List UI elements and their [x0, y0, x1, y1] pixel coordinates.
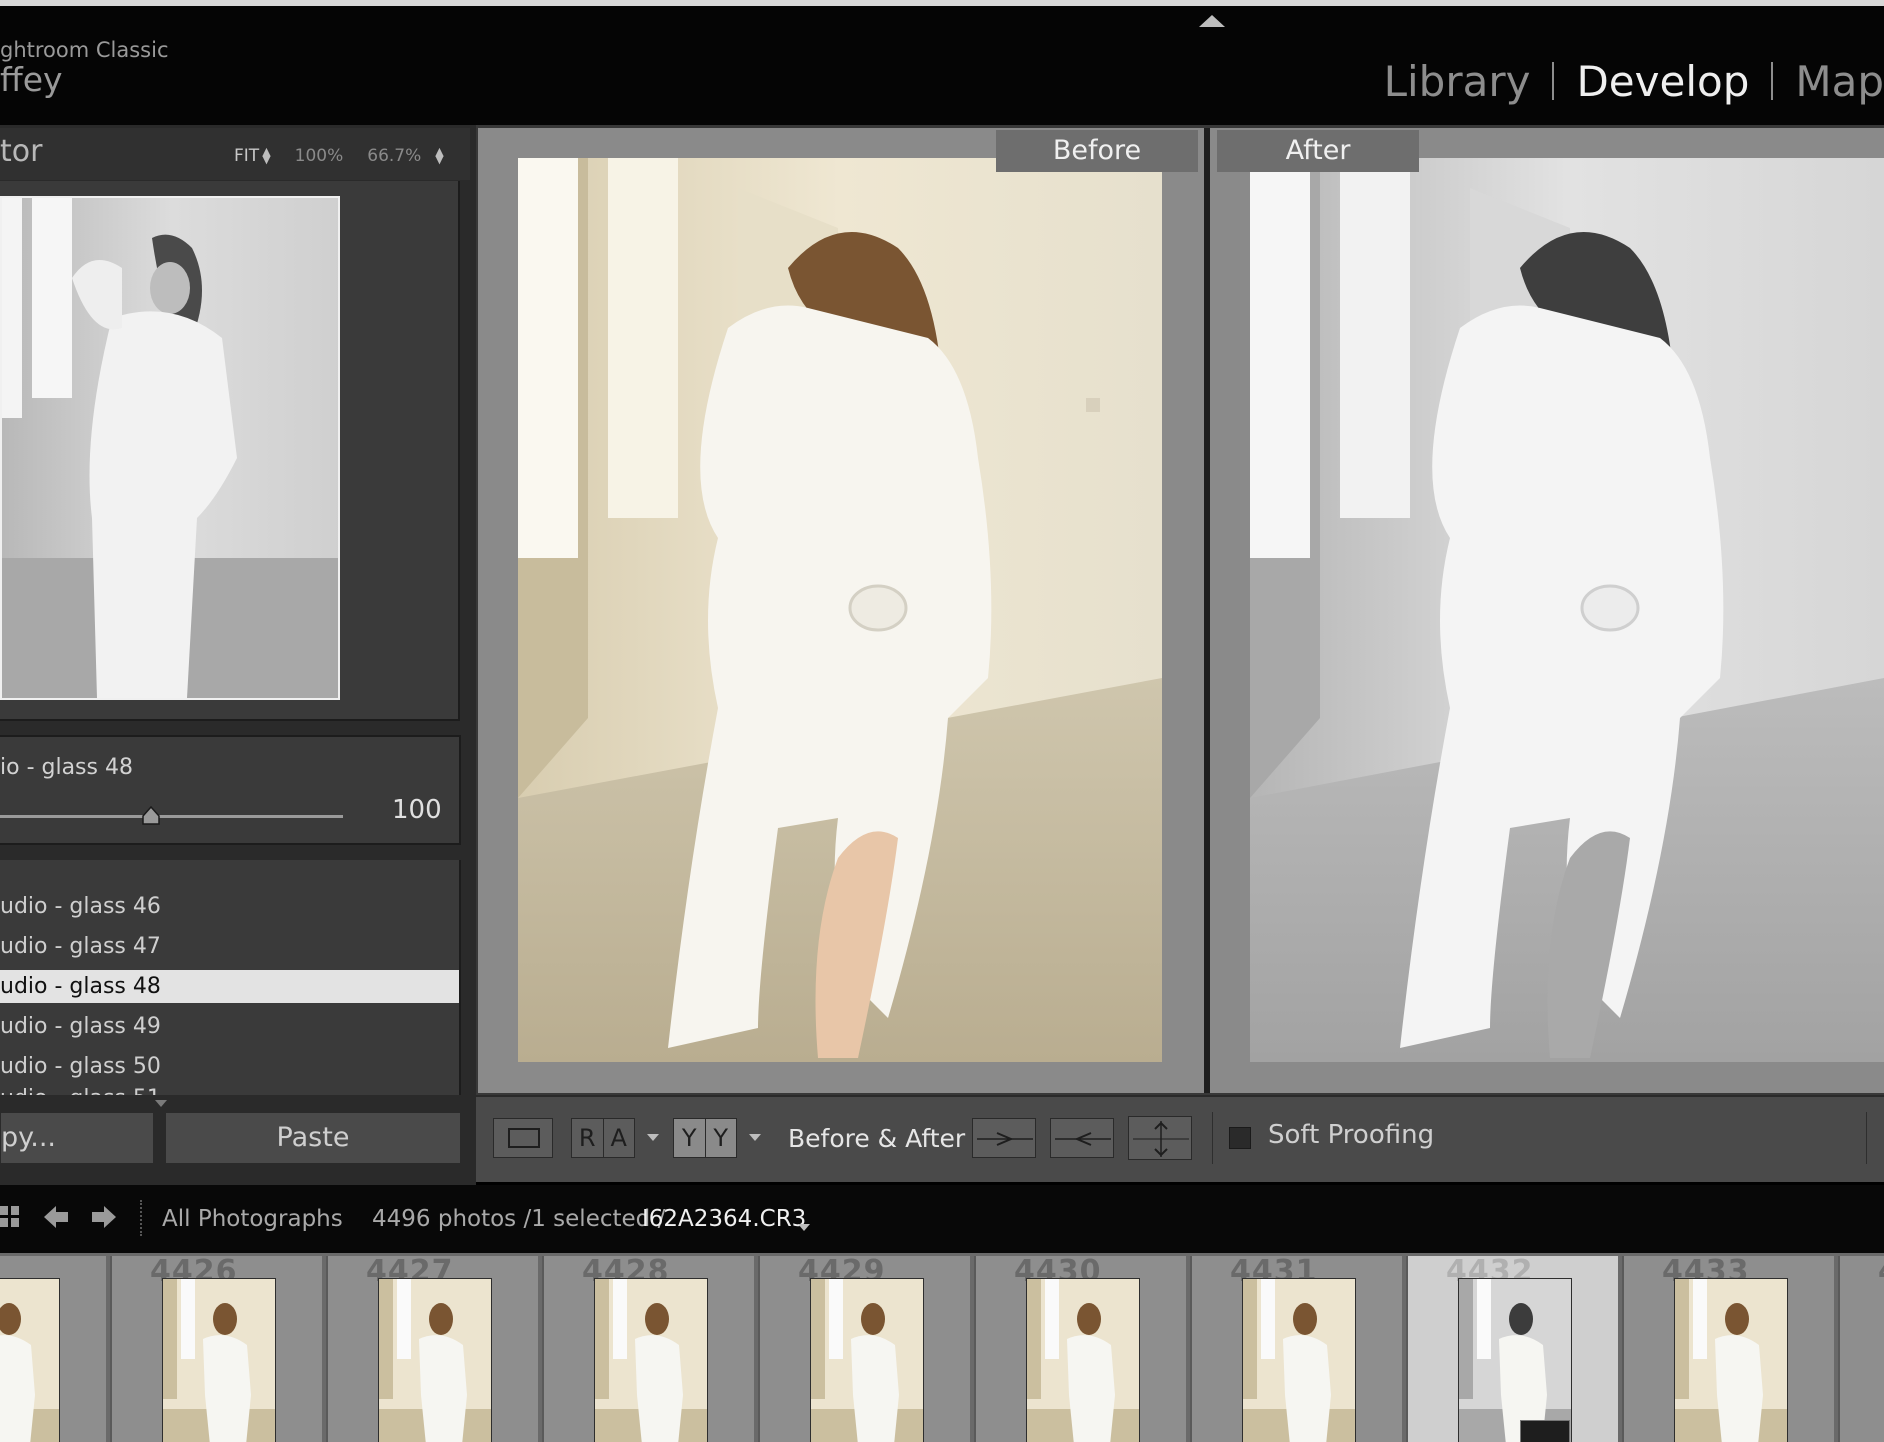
toolbar-divider — [1866, 1112, 1867, 1164]
arrow-left-icon — [1055, 1132, 1111, 1146]
amount-slider-track[interactable] — [0, 815, 343, 818]
updown-arrows-icon: ▲ ▼ — [262, 145, 271, 166]
loupe-icon — [508, 1128, 540, 1148]
after-photo-image — [1250, 158, 1884, 1062]
module-picker: Library Develop Map — [1384, 56, 1884, 106]
navigator-title: tor — [0, 134, 43, 169]
side-by-side-dropdown-icon[interactable] — [749, 1134, 761, 1141]
pane-divider — [1204, 128, 1210, 1093]
module-separator — [1552, 62, 1555, 100]
preset-list: udio - glass 46 udio - glass 47 udio - g… — [0, 860, 461, 1095]
filmstrip-separator — [140, 1200, 142, 1236]
yy-left-glyph: Y — [674, 1119, 706, 1157]
navigator-preview-image[interactable] — [0, 196, 340, 700]
arrow-right-icon — [977, 1132, 1033, 1146]
amount-value[interactable]: 100 — [392, 795, 442, 825]
collapse-top-panel-icon[interactable] — [1199, 15, 1225, 27]
filmstrip-cell[interactable]: 4427 — [326, 1256, 538, 1442]
cell-thumbnail — [1026, 1278, 1140, 1442]
paste-button[interactable]: Paste — [165, 1112, 461, 1164]
copy-before-to-after-button[interactable] — [972, 1118, 1036, 1158]
filmstrip-source[interactable]: All Photographs — [162, 1206, 343, 1232]
grid-view-icon[interactable] — [0, 1204, 22, 1230]
list-item[interactable]: udio - glass 51 — [0, 1082, 459, 1095]
before-photo-image — [518, 158, 1162, 1062]
cell-thumbnail — [1458, 1278, 1572, 1442]
yy-right-glyph: Y — [713, 1124, 729, 1152]
side-by-side-view-button[interactable]: Y Y — [673, 1118, 737, 1158]
cell-thumbnail — [1242, 1278, 1356, 1442]
updown-arrows-icon: ▲ ▼ — [435, 145, 444, 166]
zoom-fit-label: FIT — [234, 146, 260, 166]
module-map[interactable]: Map — [1795, 57, 1884, 106]
zoom-fit-option[interactable]: FIT ▲ ▼ — [234, 146, 271, 166]
copy-button[interactable]: py... — [0, 1112, 154, 1164]
list-item[interactable]: udio - glass 50 — [0, 1050, 459, 1083]
swap-before-after-button[interactable] — [1128, 1116, 1192, 1160]
module-library[interactable]: Library — [1384, 57, 1531, 106]
filmstrip-cell[interactable] — [0, 1256, 106, 1442]
cell-thumbnail — [810, 1278, 924, 1442]
cell-thumbnail — [378, 1278, 492, 1442]
filmstrip-cell-selected[interactable]: 4432 — [1406, 1256, 1618, 1442]
filmstrip-cell[interactable]: 4433 — [1622, 1256, 1834, 1442]
view-mode-dropdown-icon[interactable] — [647, 1134, 659, 1141]
navigator-photo-bw — [2, 198, 338, 698]
after-photo[interactable] — [1250, 158, 1884, 1062]
soft-proofing-label[interactable]: Soft Proofing — [1268, 1120, 1434, 1150]
toolbar-divider — [1212, 1112, 1213, 1164]
filmstrip-count: 4496 photos /1 selected / — [372, 1206, 666, 1232]
cell-thumbnail — [1674, 1278, 1788, 1442]
ra-right-glyph: A — [610, 1124, 627, 1152]
before-after-view-button[interactable]: R A — [571, 1118, 635, 1158]
scroll-down-icon[interactable] — [155, 1100, 167, 1107]
identity-plate-name: ffey — [0, 60, 63, 99]
cell-thumbnail — [594, 1278, 708, 1442]
module-separator — [1771, 62, 1774, 100]
before-photo[interactable] — [518, 158, 1162, 1062]
swap-vertical-icon — [1133, 1121, 1189, 1157]
cell-number: 4 — [1878, 1256, 1884, 1289]
top-strip — [0, 0, 1884, 6]
filmstrip-filename[interactable]: I62A2364.CR3 — [642, 1206, 806, 1232]
list-item[interactable]: udio - glass 47 — [0, 930, 459, 963]
filmstrip-cell[interactable]: 4430 — [974, 1256, 1186, 1442]
after-label: After — [1217, 130, 1419, 172]
lightroom-window: ghtroom Classic ffey Library Develop Map… — [0, 0, 1884, 1442]
filmstrip-cell[interactable]: 4426 — [110, 1256, 322, 1442]
list-item-selected[interactable]: udio - glass 48 — [0, 970, 459, 1003]
preset-amount-panel — [0, 735, 461, 845]
filmstrip-cell[interactable]: 4 — [1838, 1256, 1884, 1442]
amount-slider-thumb[interactable] — [141, 805, 161, 826]
zoom-66-option[interactable]: 66.7% ▲ ▼ — [367, 146, 443, 166]
filmstrip-cell[interactable]: 4429 — [758, 1256, 970, 1442]
copy-after-to-before-button[interactable] — [1050, 1118, 1114, 1158]
cell-thumbnail — [0, 1278, 60, 1442]
module-develop[interactable]: Develop — [1576, 57, 1749, 106]
list-item[interactable]: udio - glass 46 — [0, 890, 459, 923]
before-label: Before — [996, 130, 1198, 172]
loupe-view-button[interactable] — [493, 1118, 553, 1158]
cell-thumbnail — [162, 1278, 276, 1442]
preset-amount-name: io - glass 48 — [0, 755, 133, 780]
ra-left-glyph: R — [572, 1119, 604, 1157]
navigator-zoom-options: FIT ▲ ▼ 100% 66.7% ▲ ▼ — [234, 146, 444, 166]
app-name: ghtroom Classic — [0, 38, 169, 62]
back-arrow-icon[interactable] — [42, 1204, 70, 1230]
forward-arrow-icon[interactable] — [90, 1204, 118, 1230]
soft-proofing-checkbox[interactable] — [1229, 1127, 1251, 1149]
list-item[interactable]: udio - glass 49 — [0, 1010, 459, 1043]
filmstrip-cell[interactable]: 4431 — [1190, 1256, 1402, 1442]
filmstrip-cell[interactable]: 4428 — [542, 1256, 754, 1442]
filename-dropdown-icon[interactable] — [798, 1224, 810, 1231]
edited-badge-icon — [1520, 1420, 1570, 1442]
zoom-100-option[interactable]: 100% — [295, 146, 344, 166]
zoom-66-label: 66.7% — [367, 146, 422, 166]
before-after-label: Before & After : — [788, 1124, 982, 1153]
